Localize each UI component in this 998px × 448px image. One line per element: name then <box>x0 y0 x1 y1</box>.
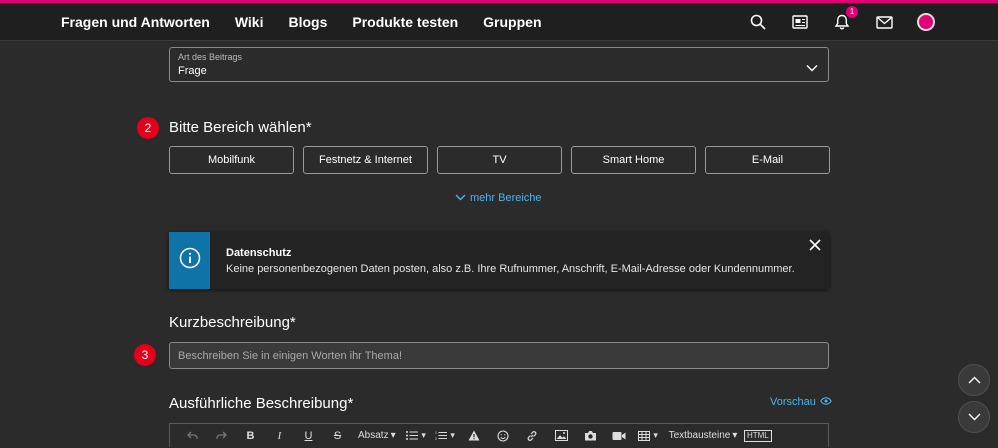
area-button-smart-home[interactable]: Smart Home <box>571 146 696 174</box>
caret-down-icon: ▾ <box>390 430 396 441</box>
video-icon[interactable] <box>605 424 634 448</box>
html-source-button[interactable]: HTML <box>743 424 772 448</box>
paragraph-format-label: Absatz <box>358 430 389 441</box>
chevron-down-icon <box>968 408 981 426</box>
caret-down-icon: ▾ <box>732 430 738 441</box>
privacy-notice-text: Keine personenbezogenen Daten posten, al… <box>226 263 795 275</box>
more-areas-link[interactable]: mehr Bereiche <box>455 192 542 204</box>
chevron-up-icon <box>968 371 981 389</box>
caret-down-icon: ▾ <box>421 430 426 440</box>
post-type-value: Frage <box>178 65 207 77</box>
info-icon <box>179 247 201 274</box>
bullet-list-icon[interactable]: ▾ <box>402 424 431 448</box>
short-description-input[interactable]: Beschreiben Sie in einigen Worten ihr Th… <box>169 342 829 369</box>
top-navigation: Fragen und Antworten Wiki Blogs Produkte… <box>0 3 998 41</box>
svg-text:2: 2 <box>435 437 437 440</box>
text-snippets-dropdown[interactable]: Textbausteine ▾ <box>663 424 744 448</box>
undo-icon[interactable] <box>178 424 207 448</box>
post-type-select[interactable]: Art des Beitrags Frage <box>169 47 829 82</box>
short-description-title: Kurzbeschreibung* <box>169 314 296 331</box>
notification-badge: 1 <box>846 6 858 18</box>
area-section-title: Bitte Bereich wählen* <box>169 119 312 136</box>
mail-icon[interactable] <box>874 12 894 32</box>
redo-icon[interactable] <box>207 424 236 448</box>
image-icon[interactable] <box>547 424 576 448</box>
close-icon[interactable] <box>809 238 821 256</box>
long-description-title: Ausführliche Beschreibung* <box>169 395 354 412</box>
nav-link-blogs[interactable]: Blogs <box>288 14 327 30</box>
numbered-list-icon[interactable]: 1 2 ▾ <box>431 424 460 448</box>
chevron-down-icon <box>455 192 466 204</box>
search-icon[interactable] <box>748 12 768 32</box>
preview-link[interactable]: Vorschau <box>770 396 832 408</box>
area-button-tv[interactable]: TV <box>437 146 562 174</box>
nav-link-product-testing[interactable]: Produkte testen <box>352 14 458 30</box>
html-source-label: HTML <box>743 429 772 442</box>
svg-text:1: 1 <box>435 431 437 435</box>
camera-icon[interactable] <box>576 424 605 448</box>
link-icon[interactable] <box>518 424 547 448</box>
area-button-festnetz-internet[interactable]: Festnetz & Internet <box>303 146 428 174</box>
news-icon[interactable] <box>790 12 810 32</box>
step-number-short: 3 <box>134 344 156 366</box>
info-icon-panel <box>169 232 210 289</box>
post-type-label: Art des Beitrags <box>178 52 243 62</box>
caret-down-icon: ▾ <box>450 430 455 440</box>
step-number-area: 2 <box>137 117 159 139</box>
warning-icon[interactable] <box>460 424 489 448</box>
table-icon[interactable]: ▾ <box>634 424 663 448</box>
scroll-up-button[interactable] <box>958 364 990 396</box>
area-button-mobilfunk[interactable]: Mobilfunk <box>169 146 294 174</box>
area-buttons: Mobilfunk Festnetz & Internet TV Smart H… <box>169 146 830 174</box>
underline-icon[interactable]: U <box>294 424 323 448</box>
nav-icons: 1 <box>748 3 936 41</box>
privacy-notice: Datenschutz Keine personenbezogenen Date… <box>169 232 829 289</box>
bold-icon[interactable]: B <box>236 424 265 448</box>
bell-icon[interactable]: 1 <box>832 6 858 32</box>
nav-link-questions[interactable]: Fragen und Antworten <box>61 14 210 30</box>
chevron-down-icon <box>806 59 818 77</box>
caret-down-icon: ▾ <box>653 430 658 440</box>
user-avatar[interactable] <box>916 12 936 32</box>
privacy-notice-title: Datenschutz <box>226 247 292 259</box>
italic-icon[interactable]: I <box>265 424 294 448</box>
scroll-down-button[interactable] <box>958 401 990 433</box>
editor-toolbar: B I U S Absatz ▾ ▾ 1 2 ▾ ▾ Textbausteine … <box>169 423 829 447</box>
avatar <box>917 13 935 31</box>
nav-links: Fragen und Antworten Wiki Blogs Produkte… <box>61 3 542 41</box>
paragraph-format-dropdown[interactable]: Absatz ▾ <box>352 424 402 448</box>
emoji-icon[interactable] <box>489 424 518 448</box>
strikethrough-icon[interactable]: S <box>323 424 352 448</box>
preview-label: Vorschau <box>770 396 816 408</box>
area-button-email[interactable]: E-Mail <box>705 146 830 174</box>
eye-icon <box>820 396 832 408</box>
more-areas-label: mehr Bereiche <box>470 192 542 204</box>
nav-link-groups[interactable]: Gruppen <box>483 14 541 30</box>
nav-link-wiki[interactable]: Wiki <box>235 14 264 30</box>
text-snippets-label: Textbausteine <box>668 430 731 441</box>
